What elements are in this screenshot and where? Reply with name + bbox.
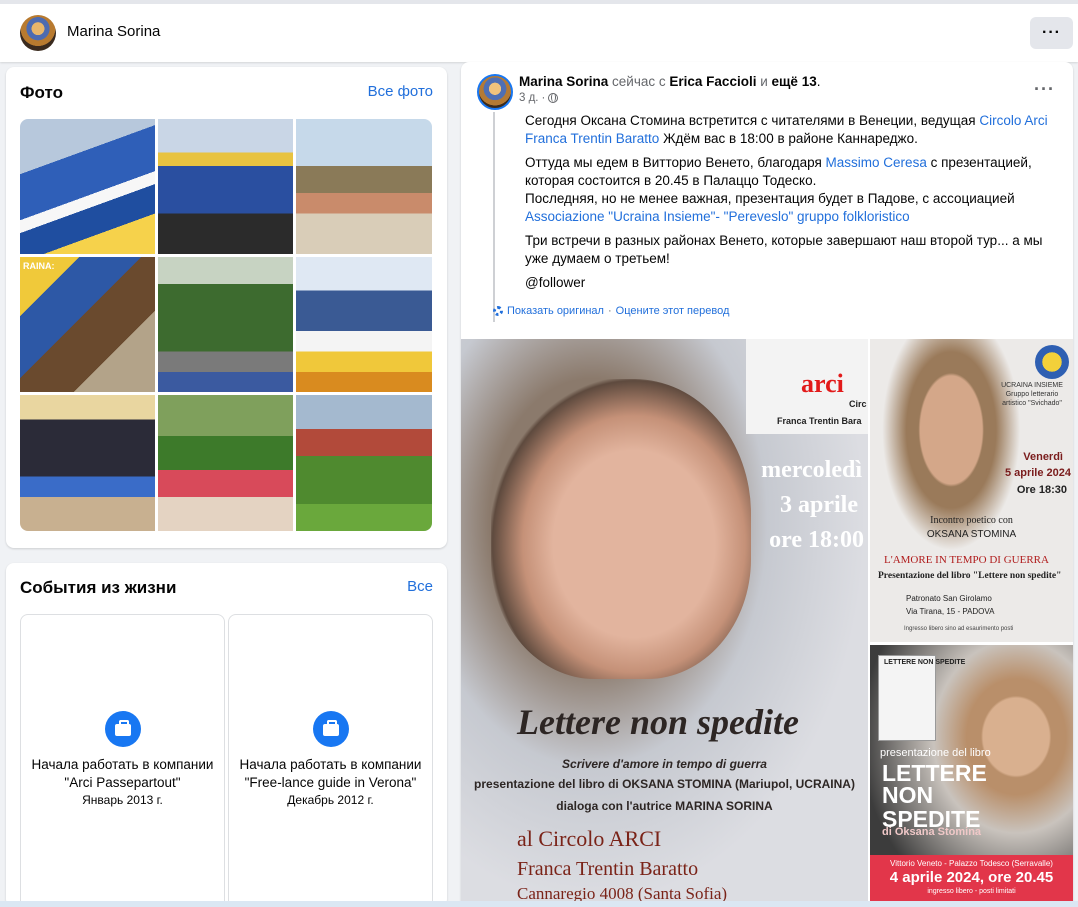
profile-name[interactable]: Marina Sorina <box>67 23 160 40</box>
arci-logo: arci <box>801 369 844 398</box>
post-mention[interactable]: @follower <box>495 274 1063 292</box>
photos-grid: RAINA: <box>20 119 432 531</box>
post-paragraph: Оттуда мы едем в Витторио Венето, благод… <box>495 154 1063 190</box>
poster-weekday: mercoledì <box>761 457 862 483</box>
photos-card: Фото Все фото RAINA: <box>6 67 447 548</box>
post-and-text: и <box>760 74 768 89</box>
post-meta-separator: · <box>541 92 546 104</box>
portrait-image <box>491 379 751 679</box>
post-image-main[interactable]: Circ arci Franca Trentin Bara mercoledì … <box>461 339 868 907</box>
poster-venue: al Circolo ARCI <box>517 826 662 851</box>
briefcase-icon <box>104 711 141 747</box>
poster-footnote: Ingresso libero sino ad esaurimento post… <box>904 626 1014 632</box>
poster-venue: Patronato San Girolamo <box>906 594 992 603</box>
photo-thumbnail[interactable] <box>20 119 155 254</box>
life-events-title: События из жизни <box>20 578 177 597</box>
post-options-button[interactable]: ··· <box>1034 80 1055 98</box>
life-event-item[interactable]: Начала работать в компании "Free-lance g… <box>228 614 433 907</box>
post-author-avatar[interactable] <box>477 74 513 110</box>
poster-footnote: ingresso libero - posti limitati <box>927 888 1016 895</box>
translation-separator: · <box>607 305 612 317</box>
post-paragraph: Сегодня Оксана Стомина встретится с чита… <box>495 112 1063 148</box>
photo-thumbnail[interactable] <box>158 257 293 392</box>
poster-org: UCRAINA INSIEME Gruppo letterario artist… <box>1001 382 1063 407</box>
poster-line: OKSANA STOMINA <box>926 529 1017 540</box>
poster-line: presentazione del libro di OKSANA STOMIN… <box>474 777 855 791</box>
show-original-link[interactable]: Показать оригинал <box>507 305 604 317</box>
poster-date: 4 aprile 2024, ore 20.45 <box>889 869 1054 886</box>
see-all-events-link[interactable]: Все <box>407 578 433 595</box>
poster-venue: Vittorio Veneto - Palazzo Todesco (Serra… <box>890 859 1053 868</box>
book-cover <box>878 655 936 741</box>
tagged-person-link[interactable]: Erica Faccioli <box>669 74 756 89</box>
poster-line: dialoga con l'autrice MARINA SORINA <box>556 799 773 813</box>
post-text: Сегодня Оксана Стомина встретится с чита… <box>493 112 1063 322</box>
post-time[interactable]: 3 д. <box>519 92 539 104</box>
poster-date: 5 aprile 2024 <box>1004 467 1071 479</box>
photo-thumbnail[interactable] <box>296 119 432 254</box>
translation-bar: Показать оригинал · Оцените этот перевод <box>493 305 729 317</box>
poster-line: presentazione del libro <box>880 747 991 759</box>
poster-weekday: Venerdì <box>1023 451 1063 463</box>
post-image-vittorio-veneto[interactable]: LETTERE NON SPEDITE presentazione del li… <box>870 645 1073 907</box>
photo-thumbnail[interactable] <box>296 395 432 531</box>
photo-thumbnail[interactable] <box>158 119 293 254</box>
poster-author: di Oksana Stomina <box>882 826 982 838</box>
poster-time: ore 18:00 <box>769 527 864 553</box>
massimo-ceresa-link[interactable]: Massimo Ceresa <box>826 155 927 170</box>
post-header-period: . <box>816 74 821 89</box>
poster-title: Lettere non spedite <box>517 702 799 742</box>
life-event-item[interactable]: Начала работать в компании "Arci Passepa… <box>20 614 225 907</box>
book-cover-title: LETTERE NON SPEDITE <box>884 659 966 666</box>
photo-thumbnail[interactable] <box>296 257 432 392</box>
photo-thumbnail[interactable]: RAINA: <box>20 257 155 392</box>
more-options-button[interactable]: ··· <box>1030 17 1073 49</box>
poster-address: Via Tirana, 15 - PADOVA <box>906 607 995 616</box>
briefcase-icon <box>312 711 349 747</box>
poster-circ-text: Circ <box>849 399 867 409</box>
poster-date: 3 aprile <box>780 492 858 518</box>
life-event-date: Январь 2013 г. <box>82 793 163 807</box>
poster-line: Incontro poetico con <box>930 515 1013 526</box>
life-event-title: Начала работать в компании "Arci Passepa… <box>31 757 214 790</box>
life-events-card: События из жизни Все Начала работать в к… <box>6 563 447 907</box>
photo-thumbnail[interactable] <box>20 395 155 531</box>
post-paragraph: Три встречи в разных районах Венето, кот… <box>525 233 1043 266</box>
poster-subtitle: L'AMORE IN TEMPO DI GUERRA <box>884 554 1049 566</box>
photo-thumbnail[interactable] <box>158 395 293 531</box>
ucraina-insieme-link[interactable]: Associazione "Ucraina Insieme"- "Pereves… <box>525 209 910 224</box>
profile-header-bar: Marina Sorina ··· <box>0 0 1078 62</box>
bottom-strip <box>0 901 1078 907</box>
tagged-others-link[interactable]: ещё 13 <box>772 74 817 89</box>
poster-time: Ore 18:30 <box>1016 484 1067 496</box>
post-text-span: Ждём вас в 18:00 в районе Каннареджо. <box>659 131 918 146</box>
post-image-padova[interactable]: UCRAINA INSIEME Gruppo letterario artist… <box>870 339 1073 642</box>
post-text-span: Последняя, но не менее важная, презентац… <box>525 191 1015 206</box>
poster-line: Scrivere d'amore in tempo di guerra <box>562 757 767 771</box>
post-header: Marina Sorina сейчас с Erica Faccioli и … <box>519 74 820 89</box>
photo-overlay-text: RAINA: <box>23 261 55 271</box>
post-with-text: сейчас с <box>612 74 666 89</box>
photos-title: Фото <box>20 83 63 102</box>
post-text-span: Оттуда мы едем в Витторио Венето, благод… <box>525 155 826 170</box>
poster-arci-sub: Franca Trentin Bara <box>777 416 862 426</box>
post-text-span: Сегодня Оксана Стомина встретится с чита… <box>525 113 980 128</box>
ucraina-insieme-logo <box>1035 345 1069 379</box>
poster-line: Presentazione del libro "Lettere non spe… <box>878 571 1062 581</box>
post-paragraph: Последняя, но не менее важная, презентац… <box>495 190 1063 226</box>
see-all-photos-link[interactable]: Все фото <box>368 83 433 100</box>
gear-icon <box>493 306 503 316</box>
profile-avatar[interactable] <box>20 15 56 51</box>
rate-translation-link[interactable]: Оцените этот перевод <box>616 305 730 317</box>
post-meta: 3 д. · <box>519 92 559 104</box>
life-event-date: Декабрь 2012 г. <box>287 793 374 807</box>
poster-venue: Franca Trentin Baratto <box>517 858 699 880</box>
life-event-title: Начала работать в компании "Free-lance g… <box>239 757 422 790</box>
post-card: Marina Sorina сейчас с Erica Faccioli и … <box>461 62 1073 907</box>
globe-icon <box>548 93 559 103</box>
poster-title: NON <box>882 782 934 808</box>
post-author-name[interactable]: Marina Sorina <box>519 74 608 89</box>
